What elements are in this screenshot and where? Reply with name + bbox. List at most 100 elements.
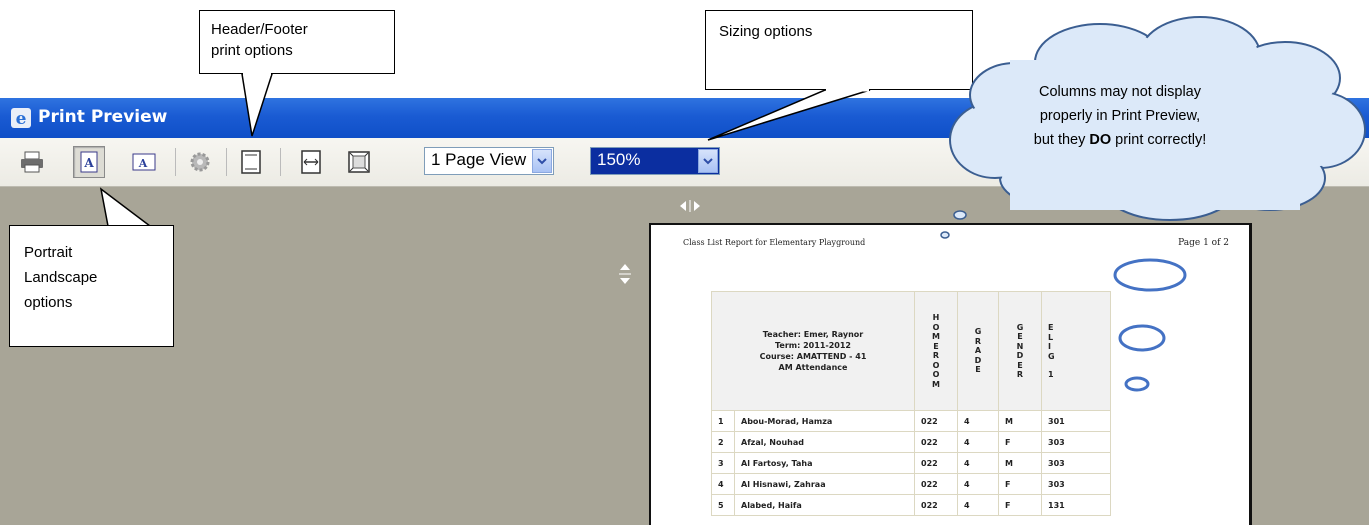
gender-cell: F: [998, 494, 1042, 516]
print-button[interactable]: [18, 148, 46, 176]
grade-cell: 4: [957, 431, 999, 453]
page-view-value: 1 Page View: [431, 150, 527, 169]
gender-cell: F: [998, 473, 1042, 495]
column-header-gender: GENDER: [998, 291, 1042, 411]
printer-icon: [21, 151, 43, 173]
class-list-table: Teacher: Emer, Raynor Term: 2011-2012 Co…: [711, 291, 1111, 516]
table-row: 2 Afzal, Nouhad 022 4 F 303: [711, 431, 1111, 453]
header-footer-callout-line2: print options: [211, 42, 293, 59]
svg-text:e: e: [16, 109, 27, 129]
row-number: 1: [711, 410, 735, 432]
toolbar-separator: [175, 148, 176, 176]
grade-header: GRADE: [974, 327, 982, 375]
homeroom-cell: 022: [914, 452, 958, 474]
gender-cell: F: [998, 431, 1042, 453]
zoom-select[interactable]: 150%: [590, 147, 720, 175]
header-footer-callout-line1: Header/Footer: [211, 21, 308, 38]
preview-page: Class List Report for Elementary Playgro…: [649, 223, 1252, 525]
svg-text:A: A: [83, 156, 94, 170]
header-footer-icon: [241, 150, 261, 174]
header-footer-callout: Header/Footer print options: [199, 10, 395, 74]
column-header-homeroom: HOMEROOM: [914, 291, 958, 411]
student-name: Al Hisnawi, Zahraa: [734, 473, 915, 495]
chevron-down-icon[interactable]: [698, 149, 718, 173]
cloud-line1: Columns may not display: [1039, 84, 1201, 100]
chevron-down-icon[interactable]: [532, 149, 552, 173]
homeroom-cell: 022: [914, 431, 958, 453]
horizontal-resize-icon[interactable]: [679, 199, 701, 213]
elig-header: ELIG: [1048, 323, 1055, 361]
table-row: 3 Al Fartosy, Taha 022 4 M 303: [711, 452, 1111, 474]
table-row: 1 Abou-Morad, Hamza 022 4 M 301: [711, 410, 1111, 432]
report-title: Class List Report for Elementary Playgro…: [683, 238, 866, 247]
student-name: Abou-Morad, Hamza: [734, 410, 915, 432]
full-page-button[interactable]: [345, 148, 373, 176]
page-view-select[interactable]: 1 Page View: [424, 147, 554, 175]
homeroom-cell: 022: [914, 494, 958, 516]
gender-cell: M: [998, 452, 1042, 474]
sizing-callout-text: Sizing options: [719, 23, 813, 40]
homeroom-cell: 022: [914, 473, 958, 495]
grade-cell: 4: [957, 473, 999, 495]
portrait-callout-line3: options: [24, 294, 73, 311]
elig-cell: 303: [1041, 431, 1111, 453]
elig-cell: 303: [1041, 452, 1111, 474]
internet-explorer-icon: e: [11, 108, 31, 129]
row-number: 5: [711, 494, 735, 516]
portrait-button[interactable]: A: [73, 146, 105, 178]
term: Term: 2011-2012: [775, 341, 851, 350]
cloud-callout-text: Columns may not display properly in Prin…: [985, 80, 1255, 152]
student-name: Alabed, Haifa: [734, 494, 915, 516]
portrait-callout-line1: Portrait: [24, 244, 73, 261]
cloud-line3-bold: DO: [1089, 132, 1112, 148]
column-header-grade: GRADE: [957, 291, 999, 411]
svg-text:A: A: [138, 157, 148, 170]
homeroom-cell: 022: [914, 410, 958, 432]
row-number: 4: [711, 473, 735, 495]
table-row: 5 Alabed, Haifa 022 4 F 131: [711, 494, 1111, 516]
fit-width-icon: [301, 150, 321, 174]
course-name: AM Attendance: [778, 363, 848, 372]
teacher-name: Teacher: Emer, Raynor: [762, 330, 864, 339]
gender-cell: M: [998, 410, 1042, 432]
cloud-line3: but they DO print correctly!: [985, 128, 1255, 152]
window-title: Print Preview: [38, 107, 168, 127]
portrait-page-icon: A: [80, 151, 98, 173]
table-header-row: Teacher: Emer, Raynor Term: 2011-2012 Co…: [711, 291, 1111, 411]
column-header-elig: ELIG 1: [1041, 291, 1111, 411]
sizing-callout: Sizing options: [705, 10, 973, 90]
cloud-line2: properly in Print Preview,: [1039, 108, 1201, 124]
landscape-page-icon: A: [132, 153, 156, 171]
vertical-resize-icon[interactable]: [618, 263, 632, 285]
elig-cell: 301: [1041, 410, 1111, 432]
course: Course: AMATTEND - 41: [759, 352, 867, 361]
toolbar-separator: [280, 148, 281, 176]
row-number: 2: [711, 431, 735, 453]
fit-page-icon: [348, 151, 370, 173]
toolbar-separator: [226, 148, 227, 176]
full-width-button[interactable]: [297, 148, 325, 176]
gender-header: GENDER: [1016, 322, 1024, 380]
gear-icon: [190, 152, 210, 172]
student-name: Afzal, Nouhad: [734, 431, 915, 453]
page-setup-button[interactable]: [186, 148, 214, 176]
portrait-landscape-callout: Portrait Landscape options: [9, 225, 174, 347]
portrait-callout-line2: Landscape: [24, 269, 98, 286]
landscape-button[interactable]: A: [130, 148, 158, 176]
page-number: Page 1 of 2: [1178, 238, 1229, 248]
elig-cell: 303: [1041, 473, 1111, 495]
homeroom-header: HOMEROOM: [932, 313, 940, 389]
elig-number: 1: [1048, 370, 1054, 379]
grade-cell: 4: [957, 410, 999, 432]
cloud-line3-post: print correctly!: [1111, 132, 1207, 148]
zoom-value: 150%: [597, 150, 641, 169]
header-footer-button[interactable]: [237, 148, 265, 176]
elig-cell: 131: [1041, 494, 1111, 516]
row-number: 3: [711, 452, 735, 474]
table-row: 4 Al Hisnawi, Zahraa 022 4 F 303: [711, 473, 1111, 495]
grade-cell: 4: [957, 452, 999, 474]
preview-area[interactable]: Class List Report for Elementary Playgro…: [0, 187, 1369, 525]
cloud-line3-pre: but they: [1033, 132, 1090, 148]
grade-cell: 4: [957, 494, 999, 516]
student-name: Al Fartosy, Taha: [734, 452, 915, 474]
